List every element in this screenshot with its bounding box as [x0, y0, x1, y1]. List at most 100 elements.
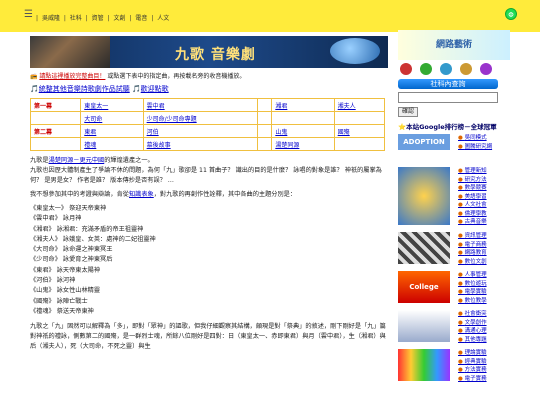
song-link[interactable]: 湘君	[275, 103, 287, 110]
table-cell: 第一幕	[29, 98, 82, 112]
site-logo-icon[interactable]: Φ	[505, 8, 517, 20]
main-content: 九歌 音樂劇 📻 請點這裡播放完整曲目！ 或點選下表中的指定曲，再按載名旁的收音…	[29, 36, 390, 356]
song-link[interactable]: 雲中君	[147, 103, 165, 110]
table-row: 第二幕 東君 河伯 山鬼 國殤	[29, 124, 386, 138]
intro-text: 九歌是湯楚同源－更元中國的輝煌遺產之一。 九歌也因歷大體制產生了爭論不休的問題，為…	[30, 156, 390, 200]
search-header: 社科內查詢	[398, 79, 498, 89]
notice-text: 或點選下表中的指定曲，再按載名旁的收音機播放。	[107, 73, 246, 80]
table-row: 第一幕 東皇太一 雲中君 湘君 湘夫人	[29, 98, 386, 112]
music-icon: 🎵	[131, 85, 141, 93]
song-link[interactable]: 國殤	[338, 129, 350, 136]
paragraph: 九歌之「九」固然可以解釋為「多」，即對「眾神」的謳歌，但我仔細觀察其結構，頗現是…	[30, 323, 386, 351]
side-link[interactable]: 網路教育	[458, 249, 508, 258]
side-link[interactable]: 電子實務	[458, 375, 508, 384]
side-link[interactable]: 研究方法	[458, 176, 508, 185]
side-link[interactable]: 經典實驗	[458, 358, 508, 367]
song-link[interactable]: 慕後故事	[147, 142, 171, 149]
request-song-link[interactable]: 歡迎點歌	[141, 85, 169, 93]
side-link[interactable]: 文學創作	[458, 319, 508, 328]
side-link[interactable]: 數學競賽	[458, 184, 508, 193]
song-link[interactable]: 河伯	[147, 129, 159, 136]
table-cell: 雲中君	[142, 98, 259, 112]
nav-link[interactable]: 文創	[114, 15, 126, 22]
side-links: 資訊管理 電子商務 網路教育 數位文創	[458, 232, 508, 266]
side-link[interactable]: 電子商務	[458, 241, 508, 250]
cartoon-icon[interactable]	[440, 63, 452, 75]
table-cell	[257, 111, 273, 125]
rainbow-image[interactable]	[398, 349, 450, 381]
table-cell	[29, 111, 82, 125]
song-link[interactable]: 東皇太一	[84, 103, 108, 110]
keyboard-image[interactable]	[398, 232, 450, 264]
adoption-logo[interactable]: ADOPTION	[398, 134, 450, 150]
nav-link[interactable]: 資管	[92, 15, 104, 22]
side-link[interactable]: 溝通心理	[458, 327, 508, 336]
side-link[interactable]: 電學實驗	[458, 288, 508, 297]
song-link[interactable]: 少司命/少司命專題	[147, 116, 197, 123]
side-link[interactable]: 倫理學教	[458, 210, 508, 219]
side-link[interactable]: 人文社會	[458, 201, 508, 210]
other-works-link[interactable]: 統整其他音樂詩歌劇作品試聽	[39, 85, 130, 93]
side-section: 社會衝突 文學創作 溝通心理 其他專題	[398, 310, 510, 346]
side-links: 管理新知 研究方法 數學競賽 美語學習 人文社會 倫理學教 古典音樂	[458, 167, 508, 227]
side-link[interactable]: 圖騰研究網	[458, 143, 508, 152]
text: ，對九歌的再創作性詮釋，其中各曲的主題分別是：	[153, 191, 297, 198]
side-link[interactable]: 古典音樂	[458, 218, 508, 227]
nav-link[interactable]: 社科	[70, 15, 82, 22]
side-link[interactable]: 美語學習	[458, 193, 508, 202]
search-input[interactable]	[398, 92, 498, 103]
side-link[interactable]: 數位文創	[458, 258, 508, 267]
song-link[interactable]: 湘夫人	[338, 103, 356, 110]
side-link[interactable]: 吳同模式	[458, 134, 508, 143]
side-link[interactable]: 數位遊玩	[458, 280, 508, 289]
list-item: 《禮魂》 祭送天帝東神	[30, 307, 94, 315]
cartoon-icon[interactable]	[460, 63, 472, 75]
inline-link[interactable]: 知識表象	[129, 191, 154, 198]
inline-link[interactable]: 湯楚同源－更元中國	[49, 157, 105, 164]
notice: 📻 請點這裡播放完整曲目！ 或點選下表中的指定曲，再按載名旁的收音機播放。	[30, 72, 390, 81]
nav-link[interactable]: 電音	[135, 15, 147, 22]
cartoon-icon[interactable]	[420, 63, 432, 75]
text: 我不想參加其中的考證與辯論，肯從	[30, 191, 129, 198]
radio-icon: 📻	[30, 73, 38, 80]
table-cell	[333, 137, 386, 151]
side-link[interactable]: 社會衝突	[458, 310, 508, 319]
song-link[interactable]: 山鬼	[275, 129, 287, 136]
song-link[interactable]: 東君	[84, 129, 96, 136]
song-link[interactable]: 禮魂	[84, 142, 96, 149]
ranking-link[interactable]: ⭐本站Google排行榜－全球冠軍	[398, 121, 510, 131]
song-list: 《東皇太一》 祭迎天帝東神 《雲中君》 詠月神 《湘君》 詠湘君：充滿矛盾的帝王…	[30, 204, 390, 317]
icon-row	[398, 63, 510, 77]
table-cell	[257, 98, 273, 112]
cartoon-icon[interactable]	[480, 63, 492, 75]
side-link[interactable]: 理論實驗	[458, 349, 508, 358]
banner: 九歌 音樂劇	[30, 36, 388, 68]
side-link[interactable]: 管理新知	[458, 167, 508, 176]
table-cell: 慕後故事	[142, 137, 259, 151]
table-cell	[333, 111, 386, 125]
song-link[interactable]: 大司命	[84, 116, 102, 123]
side-link[interactable]: 其他專題	[458, 336, 508, 345]
emblem-image[interactable]	[398, 167, 450, 225]
play-all-link[interactable]: 請點這裡播放完整曲目！	[39, 73, 105, 80]
side-link[interactable]: 方法實務	[458, 366, 508, 375]
figures-image[interactable]	[398, 310, 450, 342]
sidebar-banner[interactable]: 網路藝術	[398, 30, 510, 60]
menu-icon[interactable]: ☰	[24, 9, 33, 20]
list-item: 《雲中君》 詠月神	[30, 215, 82, 223]
table-cell: 湘君	[271, 98, 335, 112]
table-row: 禮魂 慕後故事 湯楚同源	[29, 137, 386, 151]
banner-title: 九歌 音樂劇	[175, 47, 256, 63]
cartoon-icon[interactable]	[400, 63, 412, 75]
side-links: 社會衝突 文學創作 溝通心理 其他專題	[458, 310, 508, 344]
college-image[interactable]: College	[398, 271, 450, 303]
side-links: 人事管理 數位遊玩 電學實驗 數位教學	[458, 271, 508, 305]
side-link[interactable]: 資訊管理	[458, 232, 508, 241]
nav-link[interactable]: 吳威隆	[42, 15, 60, 22]
nav-link[interactable]: 人文	[157, 15, 169, 22]
search-button[interactable]: 確認	[398, 107, 418, 117]
side-link[interactable]: 人事管理	[458, 271, 508, 280]
table-cell	[257, 137, 273, 151]
side-link[interactable]: 數位教學	[458, 297, 508, 306]
song-link[interactable]: 湯楚同源	[275, 142, 299, 149]
